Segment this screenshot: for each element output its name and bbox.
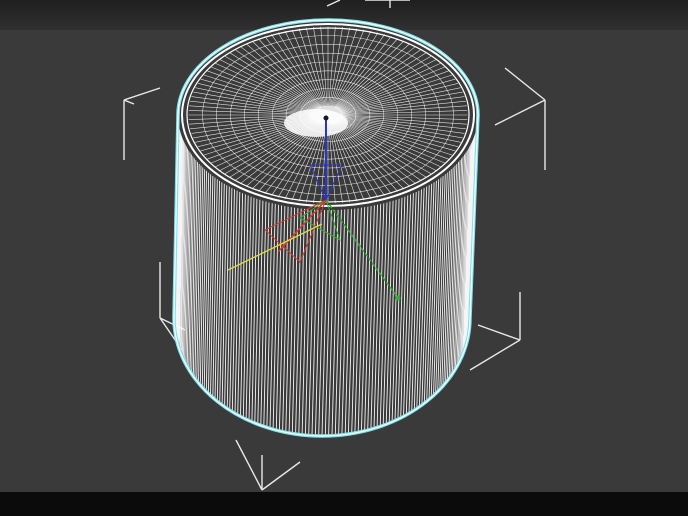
bbox-corner-3 [494, 67, 546, 170]
3d-viewport[interactable] [0, 0, 688, 516]
bbox-corner-5 [469, 292, 521, 371]
cylinder-wireframe-mesh[interactable] [172, 18, 480, 438]
bbox-corner-6 [235, 439, 301, 491]
viewport-bottom-bar [0, 492, 688, 516]
gizmo-z-handle [323, 115, 329, 121]
scene-canvas[interactable] [0, 0, 688, 516]
bbox-corner-2 [123, 87, 161, 160]
bbox-corner-1 [326, 0, 410, 8]
top-cap-center-vertices [284, 109, 348, 137]
gizmo-y-handle [395, 295, 401, 301]
